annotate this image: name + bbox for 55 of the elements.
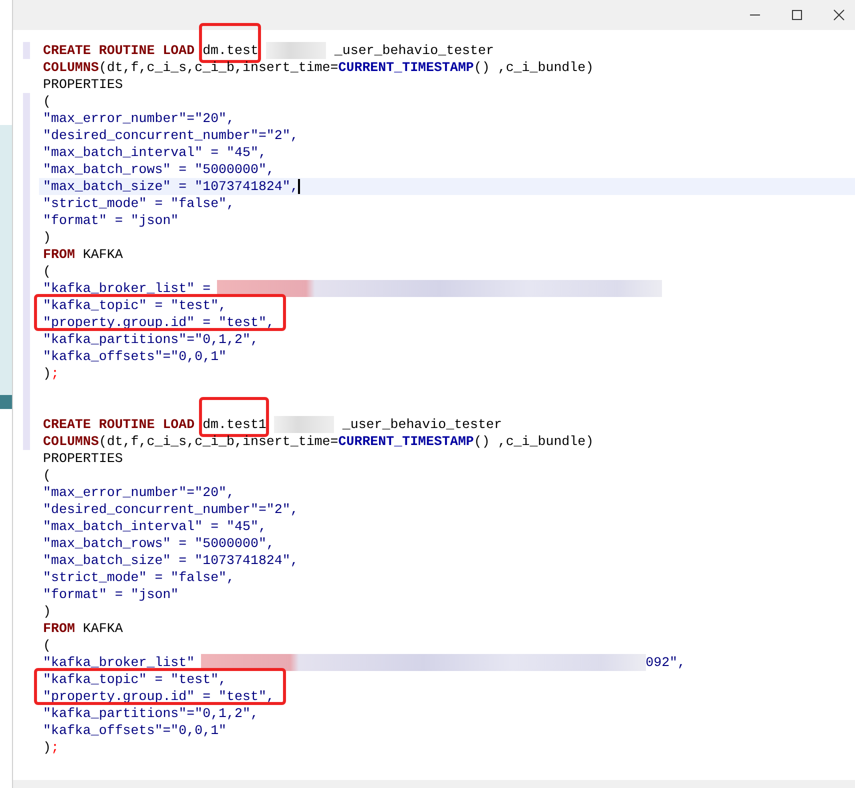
code-token: "max_batch_rows" = "5000000",: [43, 161, 274, 178]
code-token: "kafka_offsets"="0,0,1": [43, 348, 227, 365]
code-token: ): [43, 365, 51, 382]
code-token: dm.test: [202, 43, 258, 58]
code-token: "strict_mode" = "false",: [43, 569, 235, 586]
code-token: (: [43, 263, 51, 280]
code-token: KAFKA: [82, 246, 123, 263]
code-token: "max_batch_interval" = "45",: [43, 518, 266, 535]
code-token: "kafka_offsets"="0,0,1": [43, 722, 227, 739]
code-token: "property.group.id" = "test",: [43, 688, 274, 705]
code-token: CURRENT_TIMESTAMP: [338, 433, 474, 450]
code-token: "kafka_topic" = "test",: [43, 297, 227, 314]
code-token: "strict_mode" = "false",: [43, 195, 235, 212]
code-token: "max_error_number"="20",: [43, 110, 235, 127]
code-token: FROM: [43, 246, 75, 263]
code-token: "max_batch_interval" = "45",: [43, 144, 266, 161]
code-token: COLUMNS: [43, 433, 99, 450]
code-token: CURRENT_TIMESTAMP: [338, 59, 474, 76]
code-token: (: [43, 93, 51, 110]
code-token: CREATE ROUTINE LOAD: [43, 42, 195, 59]
code-token: ): [43, 229, 51, 246]
code-token: PROPERTIES: [43, 76, 123, 93]
code-token: (dt,f,c_i_s,c_i_b,insert_time=: [98, 59, 338, 76]
code-token: COLUMNS: [43, 59, 99, 76]
code-token: KAFKA: [82, 620, 123, 637]
code-token: _user_behavio_tester: [342, 416, 502, 433]
code-token: "format" = "json": [43, 586, 179, 603]
code-token: "max_error_number"="20",: [43, 484, 235, 501]
code-token: dm.test1: [202, 417, 266, 432]
code-token: "max_batch_rows" = "5000000",: [43, 535, 274, 552]
code-token: ): [43, 603, 51, 620]
code-token: "format" = "json": [43, 212, 179, 229]
code-token: ): [43, 739, 51, 756]
code-token: () ,c_i_bundle): [474, 59, 594, 76]
code-token: ;: [50, 739, 59, 756]
code-token: PROPERTIES: [43, 450, 123, 467]
code-token: "desired_concurrent_number"="2",: [43, 127, 298, 144]
code-token: "kafka_broker_list" =: [43, 280, 211, 297]
code-token: "kafka_partitions"="0,1,2",: [43, 705, 258, 722]
code-token: () ,c_i_bundle): [474, 433, 594, 450]
code-token: "kafka_broker_list": [43, 654, 195, 671]
code-token: "kafka_topic" = "test",: [43, 671, 227, 688]
code-token: FROM: [43, 620, 75, 637]
code-token: CREATE ROUTINE LOAD: [43, 416, 195, 433]
code-token: (: [43, 467, 51, 484]
code-token: "desired_concurrent_number"="2",: [43, 501, 298, 518]
code-token: (dt,f,c_i_s,c_i_b,insert_time=: [98, 433, 338, 450]
code-token: "max_batch_size" = "1073741824",: [43, 552, 298, 569]
code-token: _user_behavio_tester: [334, 42, 494, 59]
code-token: 092",: [646, 654, 686, 671]
code-token: ;: [50, 365, 59, 382]
code-token: "max_batch_size" = "1073741824",: [43, 178, 298, 195]
code-token: (: [43, 637, 51, 654]
code-token: "kafka_partitions"="0,1,2",: [43, 331, 258, 348]
code-token: "property.group.id" = "test",: [43, 314, 274, 331]
